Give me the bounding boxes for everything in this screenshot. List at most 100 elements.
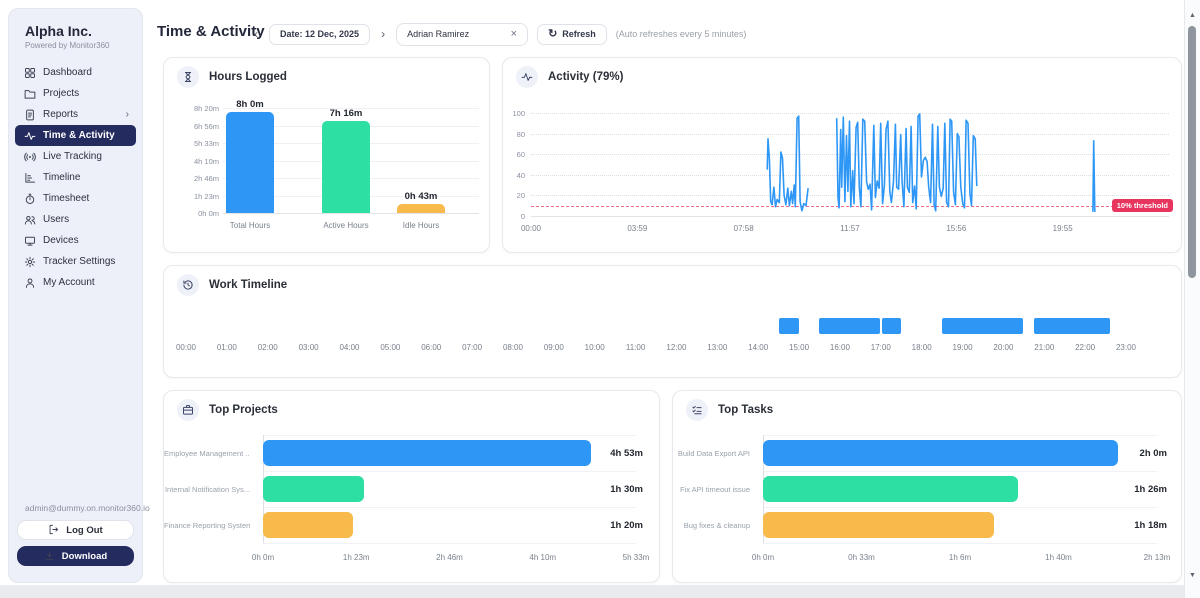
timesheet-icon — [24, 193, 36, 205]
chevron-right-icon: › — [126, 109, 129, 120]
bottom-strip — [0, 585, 1184, 598]
y-axis-label: 2h 46m — [170, 174, 219, 183]
x-axis-label: 03:00 — [291, 343, 327, 352]
x-axis-label: 00:00 — [513, 224, 549, 233]
row-value-label: 1h 26m — [1097, 484, 1167, 495]
y-axis-label: 20 — [503, 191, 525, 200]
gridline — [531, 216, 1169, 217]
x-axis-label: 13:00 — [699, 343, 735, 352]
sidebar-item-label: Reports — [43, 109, 78, 120]
x-axis-label: 21:00 — [1026, 343, 1062, 352]
x-axis-label: 2h 46m — [428, 553, 472, 562]
x-axis-label: 12:00 — [658, 343, 694, 352]
settings-icon — [24, 256, 36, 268]
y-axis-label: 1h 23m — [170, 192, 219, 201]
timeline-icon — [24, 172, 36, 184]
x-axis-label: Total Hours — [210, 221, 290, 230]
selected-user-label: Adrian Ramirez — [407, 29, 469, 39]
logout-label: Log Out — [66, 525, 102, 536]
x-axis-label: 2h 13m — [1135, 553, 1179, 562]
x-axis-label: 0h 33m — [840, 553, 884, 562]
x-axis-label: 1h 23m — [334, 553, 378, 562]
x-axis-label: 23:00 — [1108, 343, 1144, 352]
row-separator — [763, 435, 1157, 436]
x-axis-label: 15:56 — [938, 224, 974, 233]
activity-line — [531, 113, 1169, 216]
next-date-button[interactable]: › — [379, 22, 387, 46]
refresh-icon: ↻ — [548, 29, 557, 40]
live-tracking-icon — [24, 151, 36, 163]
row-value-label: 4h 53m — [573, 448, 643, 459]
date-picker-button[interactable]: Date: 12 Dec, 2025 — [269, 24, 370, 45]
scroll-up-icon[interactable]: ▲ — [1188, 12, 1197, 19]
x-axis-label: 0h 0m — [741, 553, 785, 562]
row-separator — [763, 507, 1157, 508]
row-separator — [763, 471, 1157, 472]
sidebar-item-projects[interactable]: Projects — [15, 83, 136, 104]
devices-icon — [24, 235, 36, 247]
row-label: Finance Reporting System — [164, 521, 250, 530]
sidebar-item-label: Live Tracking — [43, 151, 102, 162]
top-projects-chart: Employee Management ...4h 53mInternal No… — [164, 391, 659, 582]
reports-icon — [24, 109, 36, 121]
row-value-label: 1h 18m — [1097, 520, 1167, 531]
clear-user-icon[interactable]: × — [511, 28, 517, 40]
scroll-down-icon[interactable]: ▼ — [1188, 572, 1197, 579]
x-axis-label: 15:00 — [781, 343, 817, 352]
dashboard-icon — [24, 67, 36, 79]
account-icon — [24, 277, 36, 289]
x-axis-label: 02:00 — [250, 343, 286, 352]
timeline-bar — [779, 318, 799, 334]
x-axis-label: 18:00 — [904, 343, 940, 352]
bar-employee-management — [263, 440, 591, 466]
x-axis-label: 4h 10m — [521, 553, 565, 562]
x-axis-label: Active Hours — [306, 221, 386, 230]
refresh-button[interactable]: ↻ Refresh — [537, 24, 607, 45]
timeline-bar — [1034, 318, 1110, 334]
activity-card: Activity (79%) 02040608010000:0003:5907:… — [502, 57, 1182, 253]
activity-icon — [24, 130, 36, 142]
x-axis-label: 07:00 — [454, 343, 490, 352]
sidebar-item-my-account[interactable]: My Account — [15, 272, 136, 293]
x-axis-label: 19:00 — [945, 343, 981, 352]
app-window: Alpha Inc. Powered by Monitor360 Dashboa… — [0, 0, 1200, 598]
bar-finance-reporting-system — [263, 512, 353, 538]
scrollbar-thumb[interactable] — [1188, 26, 1196, 278]
prev-date-button[interactable]: ‹ — [252, 22, 260, 46]
sidebar-item-label: Timeline — [43, 172, 80, 183]
timeline-bar — [882, 318, 902, 334]
top-tasks-chart: Build Data Export API2h 0mFix API timeou… — [673, 391, 1181, 582]
bar-value-label: 0h 43m — [386, 191, 456, 202]
x-axis-label: 16:00 — [822, 343, 858, 352]
sidebar-item-label: Devices — [43, 235, 79, 246]
work-timeline-chart: 00:0001:0002:0003:0004:0005:0006:0007:00… — [164, 266, 1181, 377]
sidebar-item-users[interactable]: Users — [15, 209, 136, 230]
sidebar-item-label: Tracker Settings — [43, 256, 115, 267]
sidebar-nav: DashboardProjects Reports › Time & Activity… — [9, 60, 142, 295]
row-label: Bug fixes & cleanup — [673, 521, 750, 530]
download-button[interactable]: Download — [17, 546, 134, 566]
row-separator — [263, 435, 636, 436]
bar-idle-hours — [397, 204, 445, 213]
sidebar-item-devices[interactable]: Devices — [15, 230, 136, 251]
hours-logged-chart: 0h 0m1h 23m2h 46m4h 10m5h 33m6h 56m8h 20… — [164, 58, 489, 252]
logout-button[interactable]: Log Out — [17, 520, 134, 540]
company-tagline: Powered by Monitor360 — [9, 41, 142, 60]
sidebar-item-live-tracking[interactable]: Live Tracking — [15, 146, 136, 167]
row-value-label: 2h 0m — [1097, 448, 1167, 459]
x-axis-label: Idle Hours — [381, 221, 461, 230]
sidebar-item-timesheet[interactable]: Timesheet — [15, 188, 136, 209]
y-axis-label: 4h 10m — [170, 157, 219, 166]
logout-icon — [48, 524, 60, 536]
bar-internal-notification-sys — [263, 476, 364, 502]
x-axis-label: 09:00 — [536, 343, 572, 352]
sidebar-item-tracker-settings[interactable]: Tracker Settings — [15, 251, 136, 272]
sidebar-item-dashboard[interactable]: Dashboard — [15, 62, 136, 83]
y-axis-label: 8h 20m — [170, 104, 219, 113]
user-select[interactable]: Adrian Ramirez × — [396, 23, 528, 46]
hours-logged-card: Hours Logged 0h 0m1h 23m2h 46m4h 10m5h 3… — [163, 57, 490, 253]
sidebar-item-time-activity[interactable]: Time & Activity — [15, 125, 136, 146]
sidebar-item-timeline[interactable]: Timeline — [15, 167, 136, 188]
sidebar-item-reports[interactable]: Reports › — [15, 104, 136, 125]
sidebar-footer: admin@dummy.on.monitor360.io Log Out Dow… — [9, 503, 142, 572]
